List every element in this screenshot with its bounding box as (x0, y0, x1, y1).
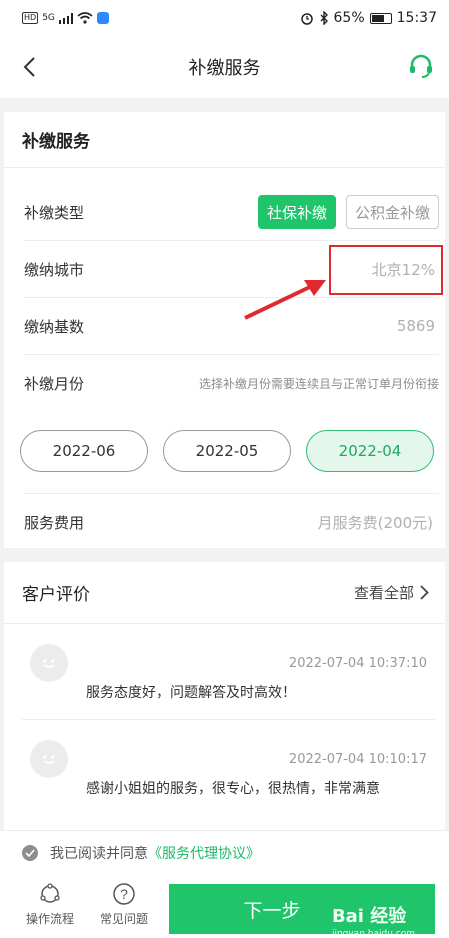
review-item: 2022-07-04 10:10:17 感谢小姐姐的服务，很专心，很热情，非常满… (22, 720, 435, 816)
type-options: 社保补缴 公积金补缴 (257, 195, 439, 229)
base-value: 5869 (396, 317, 435, 335)
month-pill-selected[interactable]: 2022-04 (306, 430, 434, 472)
fee-label: 服务费用 (24, 513, 85, 532)
wifi-icon (77, 12, 93, 24)
svg-text:?: ? (120, 886, 128, 902)
process-label: 操作流程 (25, 912, 74, 926)
annotation-arrow-icon (244, 280, 326, 320)
fee-value: 月服务费(200元) (317, 513, 433, 532)
service-card-title: 补缴服务 (22, 132, 90, 152)
watermark-text: Bai 经验 (331, 906, 407, 927)
month-hint: 选择补缴月份需要连续且与正常订单月份衔接 (198, 377, 439, 391)
bottom-bar: 操作流程 ? 常见问题 下一步 Bai 经验 jingyan.baidu.com (0, 874, 449, 938)
chevron-right-icon (420, 585, 429, 600)
city-label: 缴纳城市 (24, 260, 85, 279)
next-step-label: 下一步 (243, 899, 301, 922)
month-pill[interactable]: 2022-06 (20, 430, 148, 472)
agreement-link[interactable]: 《服务代理协议》 (148, 843, 260, 863)
process-button[interactable]: 操作流程 (18, 882, 82, 927)
section-gap (0, 98, 449, 112)
reviews-title: 客户评价 (22, 585, 90, 605)
next-step-button[interactable]: 下一步 Bai 经验 jingyan.baidu.com (169, 884, 435, 938)
page-title: 补缴服务 (188, 58, 261, 79)
back-button[interactable] (16, 52, 42, 82)
row-month: 补缴月份 选择补缴月份需要连续且与正常订单月份衔接 (24, 355, 439, 412)
signal-icon (58, 12, 73, 24)
section-gap (0, 548, 449, 562)
signal-text: 5G (42, 13, 55, 23)
row-fee: 服务费用 月服务费(200元) (24, 493, 439, 550)
clock: 15:37 (396, 10, 437, 26)
agreement-row[interactable]: 我已阅读并同意 《服务代理协议》 (0, 830, 449, 874)
app-notification-icon (96, 12, 109, 24)
row-base: 缴纳基数 5869 (24, 298, 439, 355)
headset-icon (410, 54, 432, 78)
reviews-header: 客户评价 查看全部 (4, 562, 445, 624)
battery-percent: 65% (333, 10, 365, 26)
faq-button[interactable]: ? 常见问题 (92, 882, 156, 927)
review-time: 2022-07-04 10:10:17 (288, 752, 427, 767)
view-all-label: 查看全部 (353, 584, 414, 602)
row-type: 补缴类型 社保补缴 公积金补缴 (24, 184, 439, 241)
avatar (30, 740, 68, 778)
watermark: Bai 经验 jingyan.baidu.com (332, 902, 415, 938)
customer-service-button[interactable] (407, 52, 435, 80)
question-icon: ? (113, 883, 135, 905)
process-icon (40, 883, 60, 903)
base-label: 缴纳基数 (24, 317, 85, 336)
nav-bar: 补缴服务 (0, 36, 449, 98)
social-security-button[interactable]: 社保补缴 (257, 195, 336, 229)
review-time: 2022-07-04 10:37:10 (288, 656, 427, 671)
hd-icon: HD (22, 12, 39, 24)
faq-label: 常见问题 (99, 912, 148, 926)
alarm-icon (300, 13, 313, 25)
bluetooth-icon (320, 11, 328, 25)
type-label: 补缴类型 (24, 203, 85, 222)
review-text: 感谢小姐姐的服务，很专心，很热情，非常满意 (86, 781, 380, 797)
smiley-icon (43, 659, 55, 668)
service-card-header: 补缴服务 (4, 112, 445, 168)
agreement-text: 我已阅读并同意 (50, 845, 148, 862)
watermark-url: jingyan.baidu.com (331, 929, 415, 938)
view-all-button[interactable]: 查看全部 (354, 582, 429, 603)
status-bar: HD 5G 65% 15:37 (0, 0, 449, 36)
month-label: 补缴月份 (24, 375, 85, 393)
status-left: HD 5G (22, 12, 109, 24)
month-pills: 2022-06 2022-05 2022-04 (20, 430, 434, 472)
check-icon[interactable] (22, 844, 38, 861)
smiley-icon (43, 755, 55, 764)
avatar (30, 644, 68, 682)
highlight-box (329, 245, 443, 295)
month-pill[interactable]: 2022-05 (163, 430, 291, 472)
review-item: 2022-07-04 10:37:10 服务态度好，问题解答及时高效！ (22, 624, 435, 720)
back-arrow-icon (23, 57, 35, 77)
status-right: 65% 15:37 (300, 10, 437, 26)
battery-icon (369, 12, 392, 24)
review-text: 服务态度好，问题解答及时高效！ (86, 685, 296, 701)
housing-fund-button[interactable]: 公积金补缴 (345, 195, 439, 229)
